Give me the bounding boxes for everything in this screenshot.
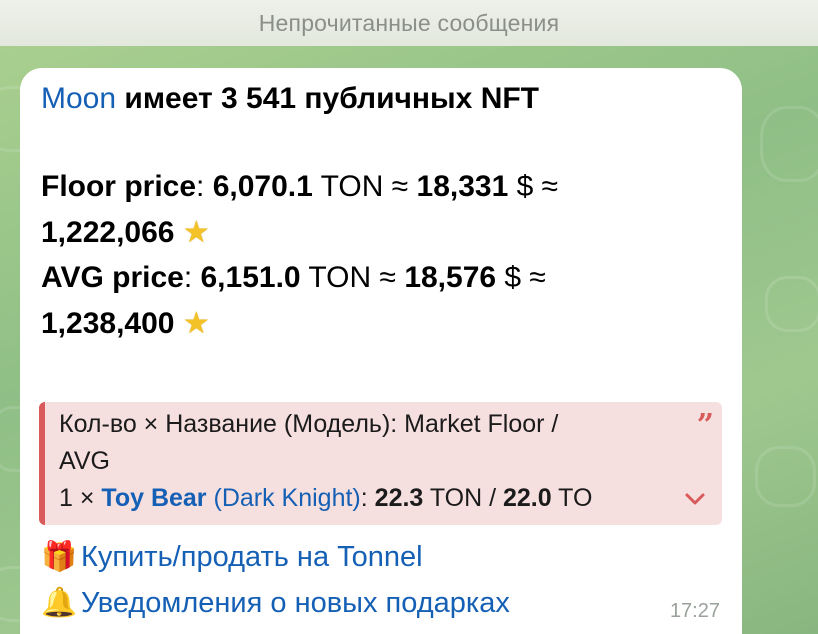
unread-messages-bar: Непрочитанные сообщения bbox=[0, 0, 818, 46]
bell-icon: 🔔 bbox=[41, 587, 78, 619]
owner-name[interactable]: Moon bbox=[41, 82, 116, 115]
message-time: 17:27 bbox=[669, 600, 720, 622]
item-floor-value: 22.3 bbox=[374, 484, 424, 512]
quote-fade bbox=[618, 482, 678, 516]
star-icon: ★ bbox=[182, 216, 210, 249]
quote-header-line2: AVG bbox=[59, 447, 110, 475]
quote-mark-icon: ” bbox=[696, 408, 714, 443]
floor-price-line: Floor price: 6,070.1 TON ≈ 18,331 $ ≈ bbox=[41, 170, 558, 204]
quote-item-line: 1 × Toy Bear (Dark Knight): 22.3 TON / 2… bbox=[59, 484, 592, 513]
floor-stars-line: 1,222,066 ★ bbox=[41, 215, 210, 250]
floor-usd-value: 18,331 bbox=[416, 170, 509, 203]
avg-colon: : bbox=[183, 261, 201, 294]
floor-ton-unit: TON ≈ bbox=[312, 170, 417, 203]
quote-header-line1: Кол-во × Название (Модель): Market Floor… bbox=[59, 410, 559, 438]
floor-usd-unit: $ ≈ bbox=[508, 170, 559, 203]
avg-ton-unit: TON ≈ bbox=[300, 261, 405, 294]
star-icon: ★ bbox=[182, 307, 210, 340]
message-bubble: Moon имеет 3 541 публичных NFT Floor pri… bbox=[20, 68, 742, 634]
avg-price-line: AVG price: 6,151.0 TON ≈ 18,576 $ ≈ bbox=[41, 261, 546, 295]
item-colon: : bbox=[360, 484, 375, 512]
tonnel-trade-label: Купить/продать на Tonnel bbox=[81, 541, 423, 573]
floor-ton-value: 6,070.1 bbox=[212, 170, 313, 203]
avg-stars-value: 1,238,400 bbox=[41, 307, 175, 340]
gift-notifications-link[interactable]: 🔔 Уведомления о новых подарках bbox=[41, 586, 510, 620]
item-sep: TON / bbox=[423, 484, 503, 512]
floor-price-label: Floor price bbox=[41, 170, 197, 203]
tonnel-trade-link[interactable]: 🎁 Купить/продать на Tonnel bbox=[41, 540, 423, 574]
avg-price-label: AVG price bbox=[41, 261, 184, 294]
expand-chevron-icon[interactable] bbox=[682, 486, 708, 512]
gift-icon: 🎁 bbox=[41, 541, 78, 573]
item-model-link[interactable]: (Dark Knight) bbox=[207, 484, 360, 512]
floor-stars-value: 1,222,066 bbox=[41, 216, 175, 249]
avg-usd-value: 18,576 bbox=[404, 261, 497, 294]
floor-colon: : bbox=[196, 170, 213, 203]
nft-count-line: Moon имеет 3 541 публичных NFT bbox=[41, 82, 539, 116]
item-tail: TO bbox=[551, 484, 593, 512]
nft-count-text: имеет 3 541 публичных NFT bbox=[116, 82, 540, 115]
item-name-link[interactable]: Toy Bear bbox=[101, 484, 206, 512]
item-count: 1 × bbox=[59, 484, 102, 512]
avg-usd-unit: $ ≈ bbox=[496, 261, 546, 294]
avg-stars-line: 1,238,400 ★ bbox=[41, 306, 210, 341]
quote-block[interactable]: Кол-во × Название (Модель): Market Floor… bbox=[39, 402, 722, 525]
avg-ton-value: 6,151.0 bbox=[200, 261, 301, 294]
gift-notifications-label: Уведомления о новых подарках bbox=[81, 587, 510, 619]
unread-messages-label: Непрочитанные сообщения bbox=[258, 9, 560, 36]
item-avg-value: 22.0 bbox=[503, 484, 552, 512]
